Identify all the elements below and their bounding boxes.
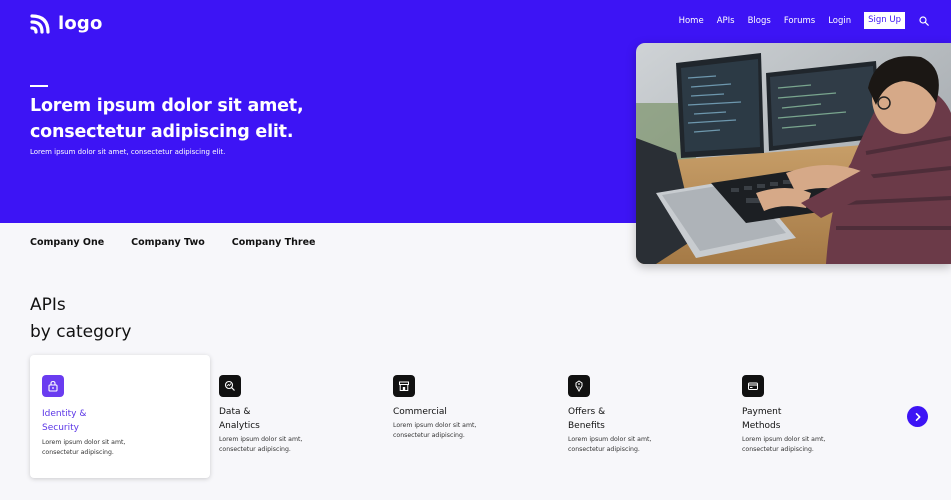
apis-heading-line2: by category: [30, 322, 132, 342]
category-description-line1: Lorem ipsum dolor sit amt,: [568, 436, 652, 443]
nav-login[interactable]: Login: [828, 13, 851, 29]
category-card-payment-methods[interactable]: Payment Methods Lorem ipsum dolor sit am…: [742, 355, 882, 478]
apis-heading-line1: APIs: [30, 295, 66, 315]
category-description-line1: Lorem ipsum dolor sit amt,: [742, 436, 826, 443]
category-title-line1: Payment: [742, 407, 782, 417]
category-description: Lorem ipsum dolor sit amt, consectetur a…: [42, 438, 152, 458]
chevron-right-icon: [915, 412, 920, 421]
category-title-line1: Data &: [219, 407, 251, 417]
category-title-line2: Methods: [742, 421, 781, 431]
company-three: Company Three: [231, 237, 316, 248]
nav-home[interactable]: Home: [679, 13, 704, 29]
category-description-line2: consectetur adipiscing.: [219, 446, 291, 453]
signup-button[interactable]: Sign Up: [864, 12, 905, 29]
category-title-line1: Offers &: [568, 407, 606, 417]
category-description-line2: consectetur adipiscing.: [742, 446, 814, 453]
category-description: Lorem ipsum dolor sit amt, consectetur a…: [393, 421, 503, 441]
carousel-next-button[interactable]: [907, 406, 928, 427]
store-icon: [393, 375, 415, 397]
apis-heading: APIs by category: [30, 292, 131, 346]
category-description: Lorem ipsum dolor sit amt, consectetur a…: [219, 435, 329, 455]
category-title-line1: Identity &: [42, 409, 87, 419]
company-one: Company One: [30, 237, 105, 248]
hero-subtitle: Lorem ipsum dolor sit amet, consectetur …: [30, 148, 226, 156]
category-title-line2: Analytics: [219, 421, 260, 431]
category-description-line2: consectetur adipiscing.: [393, 432, 465, 439]
category-description-line1: Lorem ipsum dolor sit amt,: [393, 422, 477, 429]
category-title-line2: Security: [42, 423, 79, 433]
svg-text:%: %: [577, 386, 581, 390]
lock-icon: [42, 375, 64, 397]
category-title: Payment Methods: [742, 405, 822, 433]
logo[interactable]: logo: [30, 12, 103, 34]
category-card-offers-benefits[interactable]: % Offers & Benefits Lorem ipsum dolor si…: [568, 355, 708, 478]
category-description: Lorem ipsum dolor sit amt, consectetur a…: [742, 435, 852, 455]
hero-title-line1: Lorem ipsum dolor sit amet,: [30, 96, 304, 116]
category-description-line1: Lorem ipsum dolor sit amt,: [42, 439, 126, 446]
nav-apis[interactable]: APIs: [717, 13, 735, 29]
logo-text: logo: [58, 12, 103, 34]
company-logos: Company One Company Two Company Three: [30, 237, 342, 248]
category-title: Offers & Benefits: [568, 405, 648, 433]
nav-blogs[interactable]: Blogs: [748, 13, 771, 29]
tag-icon: %: [568, 375, 590, 397]
category-card-identity-security[interactable]: Identity & Security Lorem ipsum dolor si…: [30, 355, 210, 478]
search-icon[interactable]: [919, 15, 929, 26]
hero-accent-line: [30, 85, 48, 87]
category-title: Data & Analytics: [219, 405, 299, 433]
developer-at-computer-image: [636, 43, 951, 264]
credit-card-icon: [742, 375, 764, 397]
category-description-line2: consectetur adipiscing.: [42, 449, 114, 456]
analytics-icon: [219, 375, 241, 397]
category-title: Commercial: [393, 405, 473, 419]
category-description-line2: consectetur adipiscing.: [568, 446, 640, 453]
nav-forums[interactable]: Forums: [784, 13, 815, 29]
wifi-logo-icon: [30, 14, 50, 34]
category-title-line1: Commercial: [393, 407, 447, 417]
hero-title: Lorem ipsum dolor sit amet, consectetur …: [30, 93, 360, 145]
category-title-line2: Benefits: [568, 421, 605, 431]
hero-image: [636, 43, 951, 264]
category-card-data-analytics[interactable]: Data & Analytics Lorem ipsum dolor sit a…: [219, 355, 359, 478]
hero-title-line2: consectetur adipiscing elit.: [30, 122, 294, 142]
category-description-line1: Lorem ipsum dolor sit amt,: [219, 436, 303, 443]
category-card-commercial[interactable]: Commercial Lorem ipsum dolor sit amt, co…: [393, 355, 533, 478]
category-description: Lorem ipsum dolor sit amt, consectetur a…: [568, 435, 678, 455]
main-nav: Home APIs Blogs Forums Login Sign Up: [666, 12, 929, 29]
category-title: Identity & Security: [42, 407, 122, 435]
company-two: Company Two: [131, 237, 205, 248]
